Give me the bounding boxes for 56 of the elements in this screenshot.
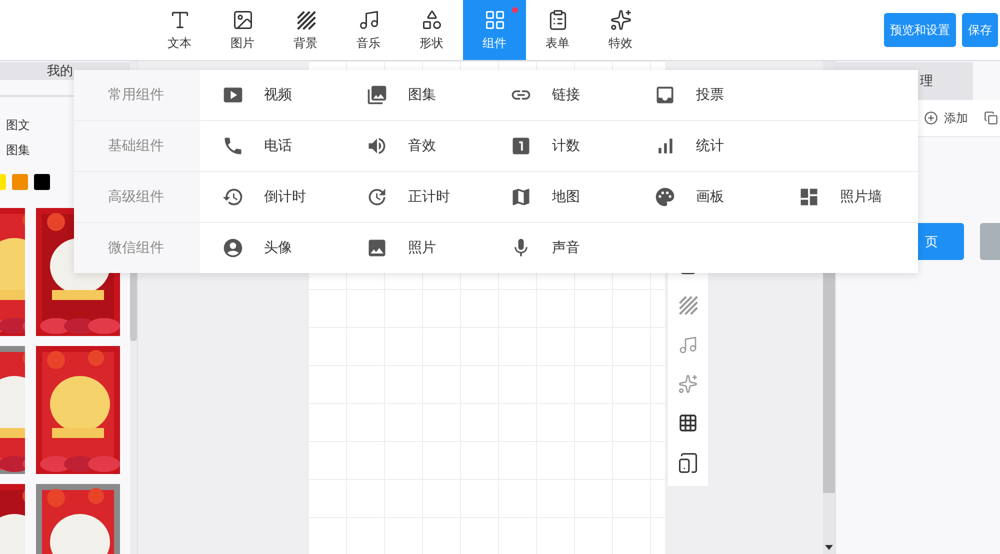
menu-item[interactable]: 照片 <box>408 239 436 257</box>
menu-item[interactable]: 头像 <box>264 239 292 257</box>
toolbar-tab[interactable]: 背景 <box>274 0 337 60</box>
stripes-icon[interactable] <box>677 294 699 316</box>
palette-icon[interactable] <box>654 186 676 208</box>
shapes-icon <box>420 8 442 30</box>
grid-icon <box>484 8 506 30</box>
menu-item[interactable]: 画板 <box>696 188 724 206</box>
copy-icon[interactable] <box>984 111 998 125</box>
toolbar-tab[interactable]: 图片 <box>211 0 274 60</box>
scroll-down-icon[interactable] <box>825 545 833 550</box>
sparkles-icon <box>610 8 632 30</box>
add-icon[interactable] <box>924 111 938 125</box>
toolbar-tab[interactable]: 特效 <box>589 0 652 60</box>
menu-item[interactable]: 正计时 <box>408 188 450 206</box>
menu-item[interactable]: 地图 <box>552 188 580 206</box>
music-icon[interactable] <box>678 335 698 355</box>
menu-item[interactable]: 声音 <box>552 239 580 257</box>
gallery-icon[interactable] <box>366 84 388 106</box>
color-swatch[interactable] <box>12 174 28 190</box>
add-link[interactable]: 添加 <box>944 110 968 126</box>
menu-item[interactable]: 倒计时 <box>264 188 306 206</box>
toolbar-tab[interactable]: 表单 <box>526 0 589 60</box>
group-label: 基础组件 <box>74 121 200 171</box>
box-icon[interactable] <box>654 84 676 106</box>
clock-icon[interactable] <box>366 186 388 208</box>
toolbar-tab[interactable]: 形状 <box>400 0 463 60</box>
menu-item[interactable]: 照片墙 <box>840 188 882 206</box>
music-icon <box>358 8 380 30</box>
phone-icon[interactable] <box>677 452 699 474</box>
tiles-icon[interactable] <box>798 186 820 208</box>
menu-item[interactable]: 图集 <box>408 86 436 104</box>
toolbar-tab[interactable]: 文本 <box>148 0 211 60</box>
sparkles-icon[interactable] <box>678 374 698 394</box>
group-label: 常用组件 <box>74 70 200 120</box>
counter-icon[interactable] <box>510 135 532 157</box>
menu-item[interactable]: 视频 <box>264 86 292 104</box>
avatar-icon[interactable] <box>222 237 244 259</box>
map-icon[interactable] <box>510 186 532 208</box>
image-icon <box>232 8 254 30</box>
menu-item[interactable]: 统计 <box>696 137 724 155</box>
group-label: 微信组件 <box>74 223 200 273</box>
grid-icon[interactable] <box>678 413 698 433</box>
menu-item[interactable]: 计数 <box>552 137 580 155</box>
menu-item[interactable]: 链接 <box>552 86 580 104</box>
phone-icon[interactable] <box>222 135 244 157</box>
menu-item[interactable]: 投票 <box>696 86 724 104</box>
history-icon[interactable] <box>222 186 244 208</box>
menu-item[interactable]: 电话 <box>264 137 292 155</box>
stripes-icon <box>294 8 316 30</box>
menu-item[interactable]: 音效 <box>408 137 436 155</box>
speaker-icon[interactable] <box>366 135 388 157</box>
toolbar-tab[interactable]: 音乐 <box>337 0 400 60</box>
color-swatch[interactable] <box>34 174 50 190</box>
group-label: 高级组件 <box>74 172 200 222</box>
image-icon[interactable] <box>366 237 388 259</box>
